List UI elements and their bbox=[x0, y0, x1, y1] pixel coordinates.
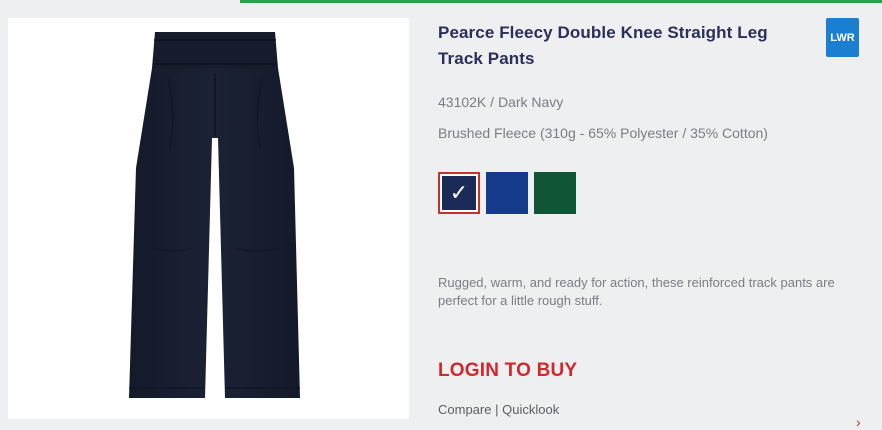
brand-badge: LWR bbox=[826, 18, 859, 57]
product-details: Pearce Fleecy Double Knee Straight Leg T… bbox=[438, 20, 838, 72]
swatch-fill bbox=[534, 172, 576, 214]
swatch-royal-blue[interactable] bbox=[486, 172, 528, 214]
compare-link[interactable]: Compare bbox=[438, 402, 491, 417]
swatch-fill bbox=[486, 172, 528, 214]
quicklook-link[interactable]: Quicklook bbox=[502, 402, 559, 417]
link-separator: | bbox=[495, 402, 499, 417]
login-to-buy-link[interactable]: LOGIN TO BUY bbox=[438, 360, 577, 382]
track-pants-icon bbox=[129, 32, 300, 398]
check-icon: ✓ bbox=[449, 180, 469, 205]
product-links: Compare | Quicklook bbox=[438, 402, 559, 417]
sku-colour-text: 43102K / Dark Navy bbox=[438, 94, 564, 110]
fabric-text: Brushed Fleece (310g - 65% Polyester / 3… bbox=[438, 125, 768, 141]
chevron-right-icon[interactable]: › bbox=[856, 414, 861, 430]
colour-swatches: ✓ bbox=[438, 172, 576, 214]
top-accent-bar bbox=[240, 0, 882, 3]
product-image[interactable] bbox=[8, 18, 409, 419]
swatch-dark-navy[interactable]: ✓ bbox=[438, 172, 480, 214]
product-title[interactable]: Pearce Fleecy Double Knee Straight Leg T… bbox=[438, 20, 798, 72]
swatch-bottle-green[interactable] bbox=[534, 172, 576, 214]
product-description: Rugged, warm, and ready for action, thes… bbox=[438, 275, 835, 308]
